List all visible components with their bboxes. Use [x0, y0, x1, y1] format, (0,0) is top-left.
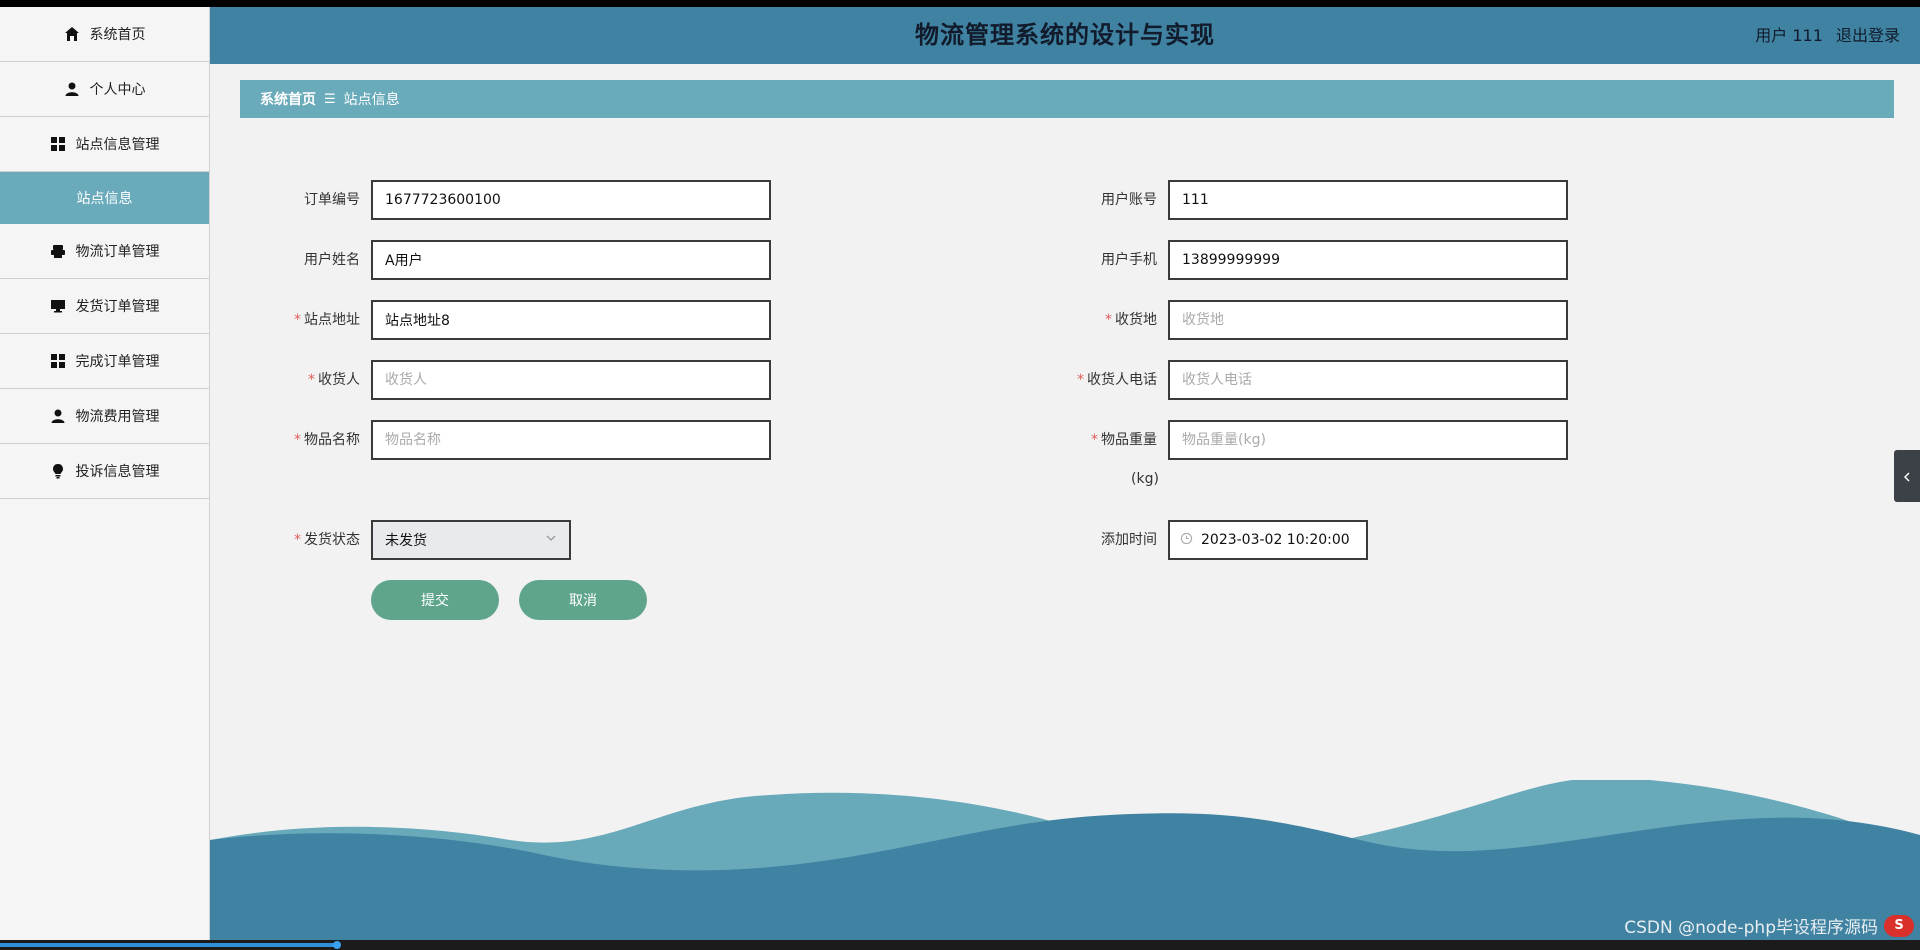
sidebar-item-station-management[interactable]: 站点信息管理: [0, 117, 209, 172]
sidebar-item-label: 个人中心: [89, 82, 146, 98]
ship-status-label-text: 发货状态: [304, 532, 360, 548]
breadcrumb-current: 站点信息: [343, 92, 400, 108]
receive-place-field[interactable]: [1168, 300, 1568, 340]
user-name-label-text: 用户姓名: [304, 252, 360, 268]
chevron-left-icon: [1902, 467, 1912, 486]
sidebar-item-personal-center[interactable]: 个人中心: [0, 62, 209, 117]
page-title: 物流管理系统的设计与实现: [915, 21, 1215, 49]
progress-handle[interactable]: [333, 941, 341, 949]
menu-icon: ☰: [324, 91, 336, 107]
user-account-label: 用户账号: [1037, 180, 1157, 220]
item-weight-label-text: 物品重量: [1101, 432, 1157, 448]
home-icon: [64, 26, 80, 42]
user-name-label: 用户姓名: [240, 240, 360, 280]
grid-icon: [50, 353, 66, 369]
required-mark: *: [294, 432, 301, 448]
person-icon: [64, 81, 80, 97]
ship-status-value: 未发货: [385, 533, 427, 549]
required-mark: *: [1091, 432, 1098, 448]
user-account-field[interactable]: [1168, 180, 1568, 220]
sidebar-item-logistics-orders[interactable]: 物流订单管理: [0, 224, 209, 279]
sidebar-item-logistics-fees[interactable]: 物流费用管理: [0, 389, 209, 444]
clock-icon: [1180, 532, 1193, 549]
weight-unit-label: (kg): [1131, 471, 1159, 487]
top-header: 物流管理系统的设计与实现 用户 111 退出登录: [210, 7, 1920, 64]
sidebar-item-label: 站点信息: [76, 191, 133, 207]
add-time-picker[interactable]: 2023-03-02 10:20:00: [1168, 520, 1368, 560]
item-weight-field[interactable]: [1168, 420, 1568, 460]
sidebar-item-label: 站点信息管理: [75, 137, 160, 153]
sidebar-item-home[interactable]: 系统首页: [0, 7, 209, 62]
sogou-ime-icon: S: [1884, 914, 1914, 937]
progress-fill: [0, 943, 340, 947]
watermark-text: CSDN @node-php毕设程序源码: [1624, 918, 1878, 938]
breadcrumb: 系统首页 ☰ 站点信息: [240, 80, 1894, 118]
receiver-phone-label: * 收货人电话: [1037, 360, 1157, 400]
station-address-label: * 站点地址: [240, 300, 360, 340]
receive-place-label-text: 收货地: [1115, 312, 1157, 328]
ship-status-label: * 发货状态: [240, 520, 360, 560]
add-time-label-text: 添加时间: [1101, 532, 1157, 548]
sidebar-item-label: 物流订单管理: [75, 244, 160, 260]
logout-link[interactable]: 退出登录: [1836, 26, 1900, 45]
required-mark: *: [308, 372, 315, 388]
grid-icon: [50, 136, 66, 152]
receiver-phone-field[interactable]: [1168, 360, 1568, 400]
person-icon: [50, 408, 66, 424]
user-phone-label-text: 用户手机: [1101, 252, 1157, 268]
bulb-icon: [50, 463, 66, 479]
side-panel-toggle[interactable]: [1894, 450, 1920, 502]
playback-progress-bar[interactable]: [0, 940, 1920, 950]
user-account-label-text: 用户账号: [1101, 192, 1157, 208]
required-mark: *: [294, 312, 301, 328]
item-name-label: * 物品名称: [240, 420, 360, 460]
sidebar-item-label: 完成订单管理: [75, 354, 160, 370]
add-time-label: 添加时间: [1037, 520, 1157, 560]
printer-icon: [50, 243, 66, 259]
add-time-value: 2023-03-02 10:20:00: [1201, 532, 1350, 548]
sidebar-item-completed-orders[interactable]: 完成订单管理: [0, 334, 209, 389]
user-phone-label: 用户手机: [1037, 240, 1157, 280]
user-phone-field[interactable]: [1168, 240, 1568, 280]
required-mark: *: [1077, 372, 1084, 388]
user-area: 用户 111 退出登录: [1747, 7, 1900, 64]
sidebar-item-complaints[interactable]: 投诉信息管理: [0, 444, 209, 499]
sidebar-item-label: 发货订单管理: [75, 299, 160, 315]
app-window: 系统首页 个人中心 站点信息管理 站点信息 物流订单管理 发货订单管理 完成订单…: [0, 7, 1920, 940]
required-mark: *: [1105, 312, 1112, 328]
receive-place-label: * 收货地: [1037, 300, 1157, 340]
sidebar-item-shipping-orders[interactable]: 发货订单管理: [0, 279, 209, 334]
item-name-label-text: 物品名称: [304, 432, 360, 448]
cancel-button[interactable]: 取消: [519, 580, 647, 620]
submit-button[interactable]: 提交: [371, 580, 499, 620]
required-mark: *: [294, 532, 301, 548]
order-no-label: 订单编号: [240, 180, 360, 220]
username-label: 用户 111: [1755, 26, 1823, 45]
monitor-icon: [50, 298, 66, 314]
watermark: CSDN @node-php毕设程序源码 S: [1624, 913, 1914, 938]
item-weight-label: * 物品重量: [1037, 420, 1157, 460]
receiver-phone-label-text: 收货人电话: [1087, 372, 1157, 388]
ship-status-select[interactable]: 未发货: [371, 520, 571, 560]
station-address-field[interactable]: [371, 300, 771, 340]
user-name-field[interactable]: [371, 240, 771, 280]
order-no-label-text: 订单编号: [304, 192, 360, 208]
chevron-down-icon: [545, 532, 557, 548]
order-no-field[interactable]: [371, 180, 771, 220]
sidebar-item-label: 物流费用管理: [75, 409, 160, 425]
sidebar-item-label: 系统首页: [89, 27, 146, 43]
receiver-label: * 收货人: [240, 360, 360, 400]
item-name-field[interactable]: [371, 420, 771, 460]
sidebar: 系统首页 个人中心 站点信息管理 站点信息 物流订单管理 发货订单管理 完成订单…: [0, 7, 210, 940]
station-address-label-text: 站点地址: [304, 312, 360, 328]
breadcrumb-home-link[interactable]: 系统首页: [260, 89, 316, 109]
sidebar-item-station-info[interactable]: 站点信息: [0, 172, 209, 224]
receiver-field[interactable]: [371, 360, 771, 400]
sidebar-item-label: 投诉信息管理: [75, 464, 160, 480]
receiver-label-text: 收货人: [318, 372, 360, 388]
